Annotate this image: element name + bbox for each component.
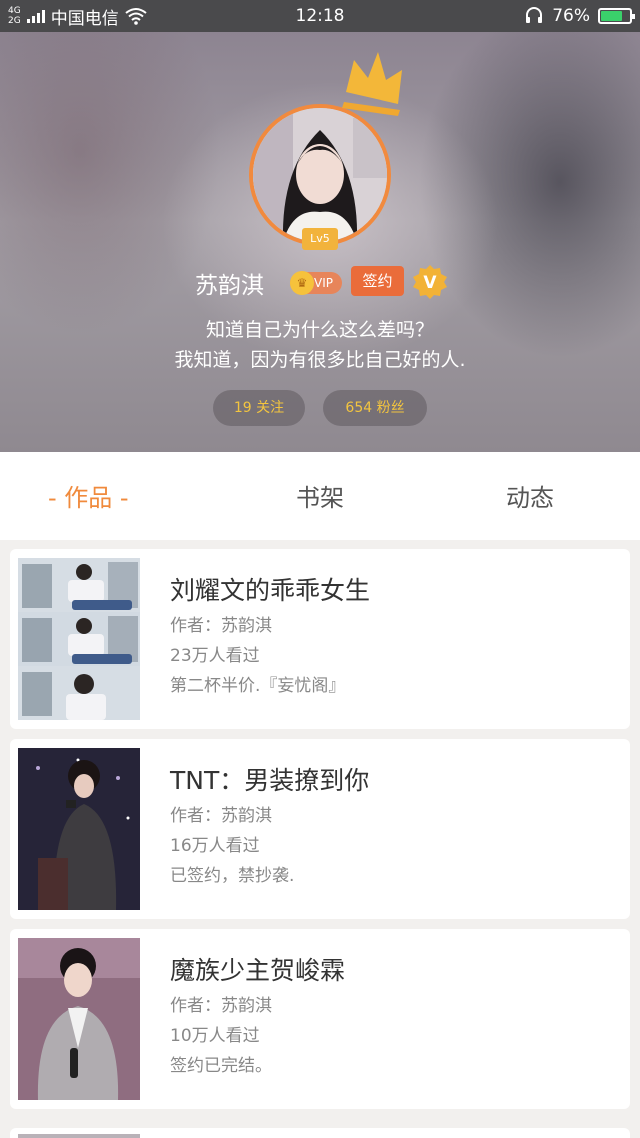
work-title: TNT：男装撩到你 [170, 766, 370, 795]
user-name: 苏韵淇 [195, 273, 264, 299]
tab-works[interactable]: - 作品 - [48, 478, 129, 513]
list-item[interactable]: 刘耀文的乖乖女生 作者：苏韵淇 23万人看过 第二杯半价.『妄忧阁』 [10, 549, 630, 729]
bio: 知道自己为什么这么差吗？ 我知道，因为有很多比自己好的人. [0, 315, 640, 375]
avatar-image [253, 108, 387, 242]
work-title: 刘耀文的乖乖女生 [170, 576, 371, 605]
level-badge: Lv5 [302, 228, 338, 250]
followers-button[interactable]: 654 粉丝 [323, 390, 427, 426]
following-button[interactable]: 19 关注 [213, 390, 305, 426]
profile-header: Lv5 苏韵淇 ♛ VIP 签约 V 知道自己为什么这么差吗？ 我知道，因为有很… [0, 32, 640, 452]
status-bar: 4G 2G 中国电信 12:18 76% [0, 0, 640, 32]
signed-badge: 签约 [351, 266, 404, 296]
work-views: 16万人看过 [170, 836, 260, 856]
vip-badge[interactable]: ♛ VIP [290, 271, 342, 295]
work-author: 作者：苏韵淇 [170, 996, 272, 1016]
work-views: 23万人看过 [170, 646, 260, 666]
work-author: 作者：苏韵淇 [170, 806, 272, 826]
battery-percent: 76% [552, 6, 590, 26]
work-note: 第二杯半价.『妄忧阁』 [170, 676, 346, 696]
book-cover [18, 558, 140, 720]
work-note: 已签约，禁抄袭. [170, 866, 295, 886]
list-item[interactable]: 魔族少主贺峻霖 作者：苏韵淇 10万人看过 签约已完结。 [10, 929, 630, 1109]
work-note: 签约已完结。 [170, 1056, 272, 1076]
work-author: 作者：苏韵淇 [170, 616, 272, 636]
book-cover [18, 938, 140, 1100]
crown-icon [342, 52, 402, 116]
tab-bookshelf[interactable]: 书架 [296, 478, 344, 513]
headset-icon [526, 7, 543, 23]
battery-icon [598, 8, 635, 24]
bio-line: 我知道，因为有很多比自己好的人. [174, 349, 466, 371]
list-item[interactable] [10, 1128, 630, 1138]
book-cover [18, 1134, 140, 1138]
book-cover [18, 748, 140, 910]
work-title: 魔族少主贺峻霖 [170, 956, 346, 985]
vip-crown-icon: ♛ [290, 271, 314, 295]
verified-icon: V [413, 265, 447, 299]
svg-text:V: V [423, 273, 437, 293]
profile-tabs: - 作品 - 书架 动态 [0, 452, 640, 540]
tab-activity[interactable]: 动态 [506, 478, 554, 513]
work-views: 10万人看过 [170, 1026, 260, 1046]
list-item[interactable]: TNT：男装撩到你 作者：苏韵淇 16万人看过 已签约，禁抄袭. [10, 739, 630, 919]
avatar[interactable] [249, 104, 391, 246]
bio-line: 知道自己为什么这么差吗？ [205, 319, 434, 341]
